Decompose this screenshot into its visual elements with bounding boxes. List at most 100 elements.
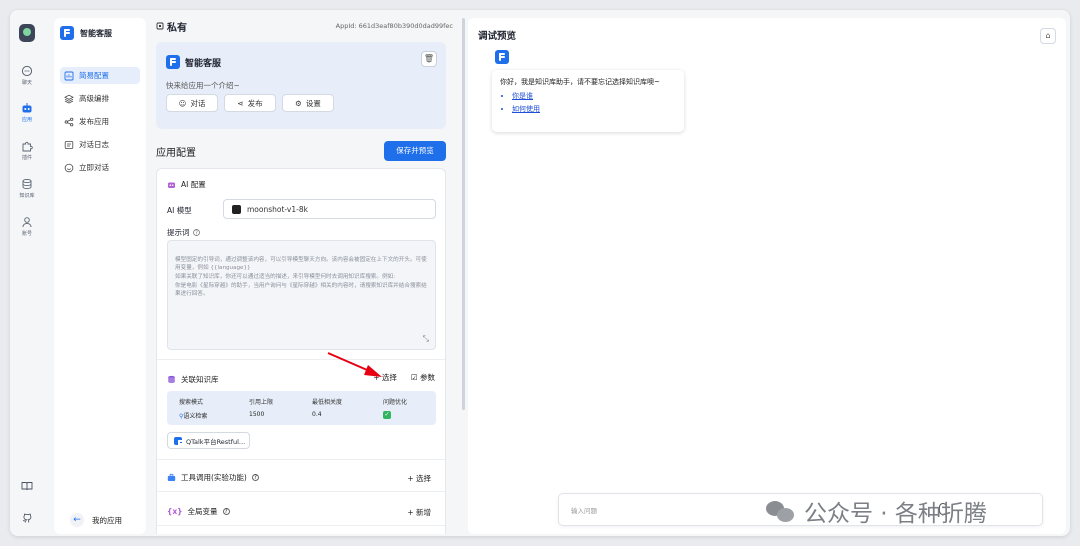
annotation-arrow-icon bbox=[327, 352, 382, 377]
delete-app-button[interactable]: 🗑 bbox=[421, 51, 437, 67]
table-header: 问题优化 bbox=[383, 399, 408, 406]
sidebar-item-logs[interactable]: 对话日志 bbox=[60, 136, 140, 153]
publish-button-label: 发布 bbox=[247, 98, 263, 108]
rail-item-knowledge[interactable]: 知识库 bbox=[10, 178, 44, 199]
model-select[interactable]: moonshot-v1-8k bbox=[223, 199, 436, 219]
moonshot-icon bbox=[232, 204, 241, 214]
app-id: AppId: 661d3eaf80b390d0dad99fec bbox=[335, 22, 453, 30]
sidebar-header: 智能客服 bbox=[60, 26, 112, 40]
config-header: 应用配置 保存并预览 bbox=[156, 141, 446, 161]
bot-avatar bbox=[495, 50, 509, 64]
chat-button[interactable]: ☺ 对话 bbox=[166, 94, 218, 112]
prompt-label: 提示词 ? bbox=[167, 227, 200, 238]
tools-select-button[interactable]: + 选择 bbox=[407, 473, 431, 484]
lock-icon bbox=[156, 22, 164, 30]
sidebar-item-publish[interactable]: 发布应用 bbox=[60, 113, 140, 130]
suggestion-link[interactable]: 你是谁 bbox=[512, 91, 676, 101]
rail-label: 聊天 bbox=[21, 80, 32, 86]
back-label: 我的应用 bbox=[92, 515, 122, 525]
table-header: 最低相关度 bbox=[312, 399, 343, 406]
arrow-left-icon: ← bbox=[70, 513, 84, 527]
rail-item-account[interactable]: 账号 bbox=[10, 216, 44, 237]
share-icon: ⋖ bbox=[237, 98, 244, 108]
sidebar-item-chat-now[interactable]: 立即对话 bbox=[60, 159, 140, 176]
app-brand-icon bbox=[166, 55, 180, 69]
database-icon bbox=[168, 375, 175, 384]
help-icon[interactable]: ? bbox=[251, 474, 259, 481]
help-icon[interactable]: ? bbox=[192, 229, 200, 236]
chat-icon: ☺ bbox=[178, 98, 187, 108]
app-sidebar: 智能客服 简易配置 高级编排 发布应用 对话日志 立即对话 ← 我的应用 bbox=[54, 18, 146, 534]
clear-preview-button[interactable]: ⌂ bbox=[1040, 28, 1056, 44]
table-header: 引用上限 bbox=[249, 399, 274, 406]
check-icon: ✓ bbox=[383, 411, 391, 419]
kb-title: 关联知识库 bbox=[181, 375, 219, 384]
share-icon bbox=[64, 117, 74, 126]
layers-icon bbox=[64, 94, 74, 104]
sidebar-item-label: 发布应用 bbox=[79, 117, 109, 126]
visibility-label: 私有 bbox=[156, 19, 187, 34]
search-mode-value: 语义检索 bbox=[183, 413, 208, 420]
user-icon bbox=[22, 217, 32, 228]
rail-label: 插件 bbox=[21, 155, 32, 161]
kb-heading: 关联知识库 bbox=[167, 374, 219, 385]
rail-label: 账号 bbox=[21, 231, 32, 237]
prompt-label-text: 提示词 bbox=[167, 228, 190, 237]
preview-title: 调试预览 bbox=[478, 31, 517, 42]
kb-params-button[interactable]: ☑ 参数 bbox=[411, 372, 435, 383]
table-cell: 0.4 bbox=[312, 411, 322, 418]
editor-scrollbar[interactable] bbox=[462, 18, 465, 410]
config-editor: 私有 AppId: 661d3eaf80b390d0dad99fec 智能客服 … bbox=[156, 18, 453, 534]
book-icon[interactable] bbox=[21, 480, 33, 492]
app-window: 聊天 应用 插件 知识库 账号 智能客服 简易配置 高级编排 发布应用 对话日志… bbox=[10, 10, 1070, 536]
prompt-placeholder: 模型固定的引导词，通过调整该内容，可以引导模型聊天方向。该内容会被固定在上下文的… bbox=[175, 256, 427, 298]
help-icon[interactable]: ? bbox=[222, 508, 230, 515]
ai-config-heading: AI 配置 bbox=[167, 179, 206, 190]
kb-chip-icon bbox=[174, 436, 184, 448]
divider bbox=[157, 525, 445, 526]
rail-label: 知识库 bbox=[19, 193, 35, 199]
divider bbox=[157, 359, 445, 360]
sidebar-item-advanced[interactable]: 高级编排 bbox=[60, 90, 140, 107]
github-icon[interactable] bbox=[21, 512, 33, 524]
back-to-my-apps[interactable]: ← 我的应用 bbox=[70, 513, 122, 527]
sidebar-item-simple-config[interactable]: 简易配置 bbox=[60, 67, 140, 84]
app-card-title: 智能客服 bbox=[166, 55, 221, 69]
rail-item-plugins[interactable]: 插件 bbox=[10, 140, 44, 161]
rail-item-apps[interactable]: 应用 bbox=[10, 102, 44, 123]
save-preview-button[interactable]: 保存并预览 bbox=[384, 141, 446, 161]
layout-icon bbox=[64, 71, 74, 80]
wechat-icon bbox=[766, 499, 796, 523]
visibility-text: 私有 bbox=[167, 22, 187, 34]
watermark-text: 公众号 · 各种折腾 bbox=[804, 501, 987, 527]
table-cell: 1500 bbox=[249, 411, 265, 418]
variable-icon: {x} bbox=[167, 507, 183, 516]
sidebar-app-name: 智能客服 bbox=[80, 28, 112, 38]
database-icon bbox=[22, 178, 32, 190]
rail-item-chat[interactable]: 聊天 bbox=[10, 65, 44, 86]
bot-greeting: 你好，我是知识库助手，请不要忘记选择知识库噢~ bbox=[500, 78, 660, 86]
trash-icon: 🗑 bbox=[423, 54, 435, 63]
config-panel: AI 配置 AI 模型 moonshot-v1-8k 提示词 ? 模型固定的引导… bbox=[156, 168, 446, 534]
divider bbox=[157, 459, 445, 460]
kb-settings-table: 搜索模式 引用上限 最低相关度 问题优化 ⚲语义检索 1500 0.4 ✓ bbox=[167, 391, 436, 425]
publish-button[interactable]: ⋖ 发布 bbox=[224, 94, 276, 112]
gear-icon: ⚙ bbox=[295, 98, 302, 108]
watermark: 公众号 · 各种折腾 bbox=[766, 494, 987, 528]
kb-chip-label: QTalk平台Restful... bbox=[186, 437, 246, 446]
variables-title: 全局变量 bbox=[187, 507, 218, 516]
variables-add-button[interactable]: + 新增 bbox=[407, 507, 431, 518]
suggestion-link[interactable]: 如何使用 bbox=[512, 104, 676, 114]
home-icon: ⌂ bbox=[1045, 31, 1051, 40]
debug-preview: 调试预览 ⌂ 你好，我是知识库助手，请不要忘记选择知识库噢~ 你是谁 如何使用 … bbox=[468, 18, 1066, 534]
settings-button[interactable]: ⚙ 设置 bbox=[282, 94, 334, 112]
kb-params-label: 参数 bbox=[420, 373, 435, 382]
expand-icon[interactable]: ⤡ bbox=[423, 333, 429, 345]
app-brand-icon bbox=[60, 26, 74, 40]
puzzle-icon bbox=[22, 141, 33, 152]
sidebar-item-label: 高级编排 bbox=[79, 94, 109, 103]
prompt-textarea[interactable]: 模型固定的引导词，通过调整该内容，可以引导模型聊天方向。该内容会被固定在上下文的… bbox=[167, 240, 436, 350]
kb-chip[interactable]: QTalk平台Restful... bbox=[167, 432, 250, 449]
table-cell: ✓ bbox=[383, 411, 391, 419]
app-info-card: 智能客服 🗑 快来给应用一个介绍~ ☺ 对话 ⋖ 发布 ⚙ 设置 bbox=[156, 42, 446, 129]
